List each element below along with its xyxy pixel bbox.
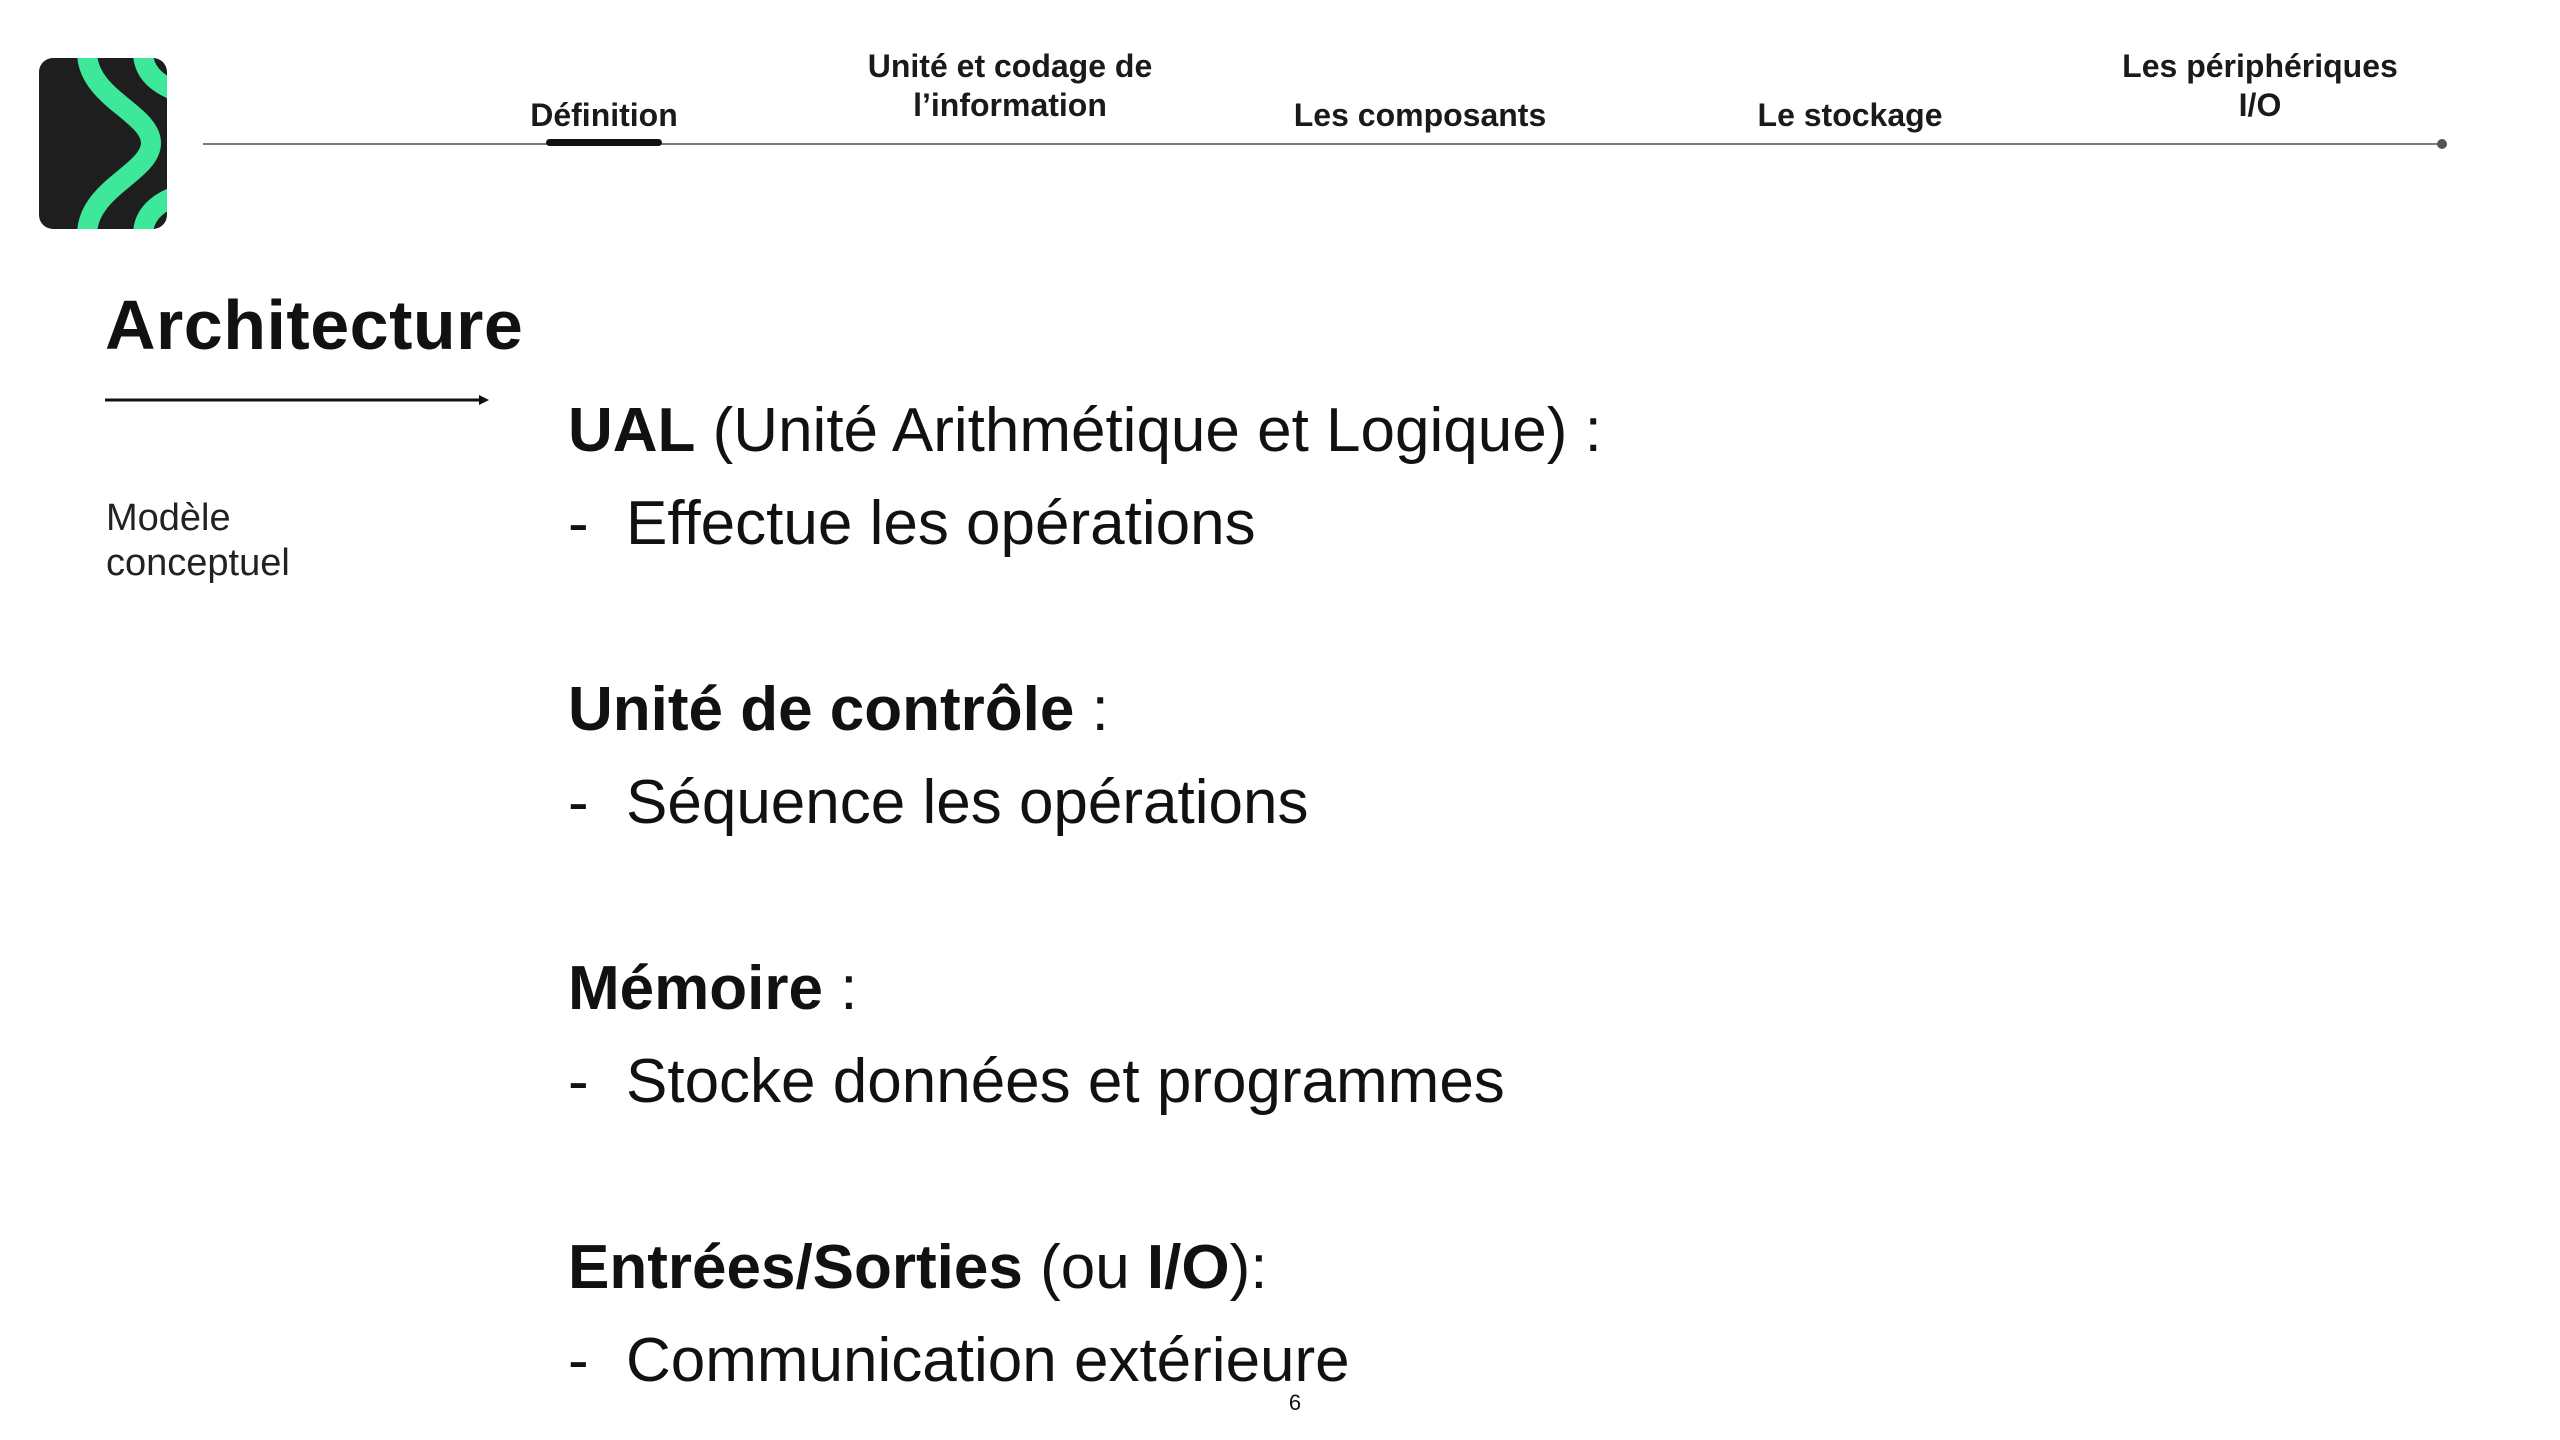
heading-rest: (Unité Arithmétique et Logique) : xyxy=(695,396,1602,465)
nav-item-definition[interactable]: Définition xyxy=(484,96,724,135)
bullet-dash: - xyxy=(568,768,589,837)
title-underline-arrow-icon xyxy=(105,395,489,405)
bullet-text: Séquence les opérations xyxy=(626,768,1309,837)
slide: Définition Unité et codage de l’informat… xyxy=(0,0,2560,1440)
section-bullet: - Effectue les opérations xyxy=(568,486,2468,562)
nav-item-stockage[interactable]: Le stockage xyxy=(1700,96,2000,135)
heading-mid: (ou xyxy=(1022,1233,1147,1302)
heading-rest: : xyxy=(1074,675,1109,744)
heading-bold: Entrées/Sorties xyxy=(568,1233,1023,1302)
heading-rest: : xyxy=(822,954,858,1023)
slide-title: Architecture xyxy=(105,286,524,364)
heading-bold-io: I/O xyxy=(1146,1233,1230,1302)
page-number: 6 xyxy=(1288,1390,1302,1415)
nav-item-composants[interactable]: Les composants xyxy=(1250,96,1590,135)
bullet-dash: - xyxy=(568,489,589,558)
section-bullet: - Séquence les opérations xyxy=(568,765,2468,841)
bullet-text: Stocke données et programmes xyxy=(626,1047,1505,1116)
section-heading: Mémoire : xyxy=(568,951,2468,1027)
heading-bold: UAL xyxy=(568,396,696,465)
section-heading: UAL (Unité Arithmétique et Logique) : xyxy=(568,393,2468,469)
nav-item-unite-codage[interactable]: Unité et codage de l’information xyxy=(830,47,1190,125)
nav-active-indicator xyxy=(546,139,662,146)
nav-timeline-line xyxy=(203,143,2443,145)
heading-rest: ): xyxy=(1229,1233,1268,1302)
section-memoire: Mémoire : - Stocke données et programmes xyxy=(568,951,2468,1120)
section-entrees-sorties: Entrées/Sorties (ou I/O): - Communication… xyxy=(568,1230,2468,1399)
section-bullet: - Communication extérieure xyxy=(568,1323,2468,1399)
nav-timeline-end-dot xyxy=(2437,139,2447,149)
bullet-dash: - xyxy=(568,1047,589,1116)
bullet-text: Effectue les opérations xyxy=(626,489,1256,558)
section-heading: Unité de contrôle : xyxy=(568,672,2468,748)
bullet-dash: - xyxy=(568,1326,589,1395)
section-bullet: - Stocke données et programmes xyxy=(568,1044,2468,1120)
nav-item-peripheriques[interactable]: Les périphériques I/O xyxy=(2090,47,2430,125)
section-unite-controle: Unité de contrôle : - Séquence les opérat… xyxy=(568,672,2468,841)
section-heading: Entrées/Sorties (ou I/O): xyxy=(568,1230,2468,1306)
bullet-text: Communication extérieure xyxy=(626,1326,1350,1395)
heading-bold: Unité de contrôle xyxy=(568,675,1075,744)
section-ual: UAL (Unité Arithmétique et Logique) : -E… xyxy=(568,393,2468,562)
brand-logo-icon xyxy=(39,58,167,229)
slide-subtitle: Modèle conceptuel xyxy=(106,497,290,584)
heading-bold: Mémoire xyxy=(568,954,823,1023)
